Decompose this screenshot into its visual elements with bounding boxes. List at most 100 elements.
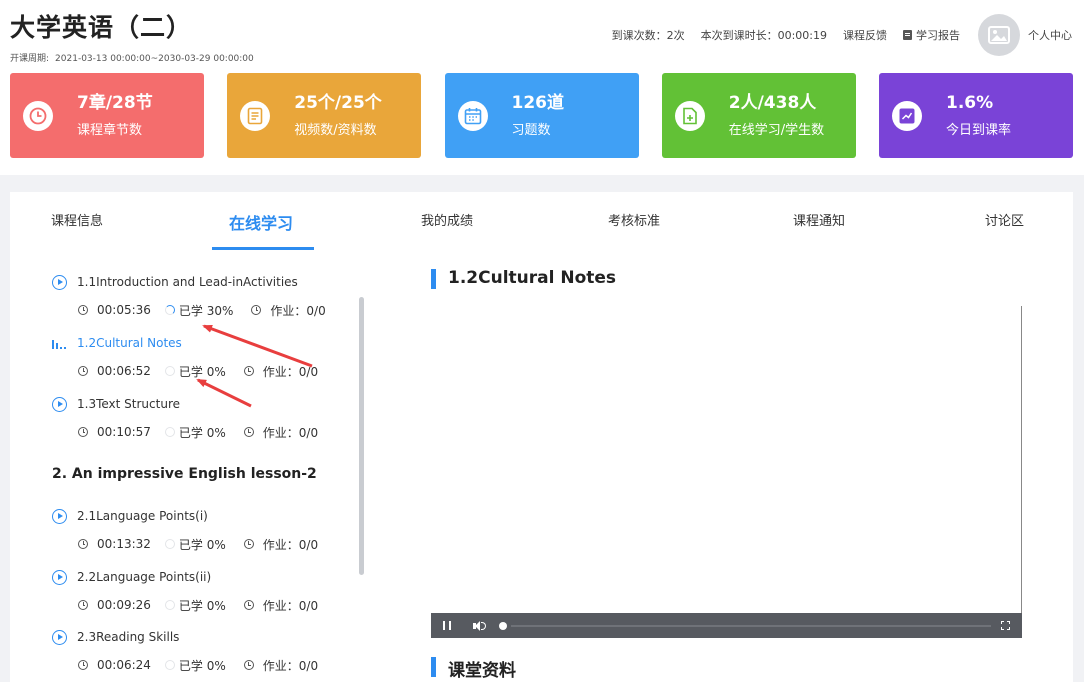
stat-card-students: 2人/438人 在线学习/学生数	[661, 73, 856, 158]
stats-row: 7章/28节 课程章节数 25个/25个 视频数/资料数 126道 习题数 2人…	[10, 73, 1073, 158]
lesson-progress: 已学 0%	[178, 658, 226, 673]
fullscreen-icon[interactable]	[1001, 621, 1010, 630]
lesson-progress: 已学 30%	[178, 303, 234, 318]
clock-icon	[78, 660, 88, 670]
homework-clock-icon	[243, 600, 254, 610]
clock-icon	[78, 366, 88, 376]
stat-value: 7章/28节	[77, 93, 153, 113]
stat-value: 25个/25个	[294, 93, 382, 113]
session-duration: 本次到课时长：00:00:19	[700, 29, 827, 42]
lesson-title: 1.1Introduction and Lead-inActivities	[77, 275, 298, 289]
document-icon	[240, 100, 271, 131]
stat-card-attendance-rate: 1.6% 今日到课率	[879, 73, 1073, 158]
progress-ring-icon	[164, 660, 175, 670]
lesson-homework: 作业：0/0	[262, 537, 319, 552]
calendar-icon	[457, 100, 488, 131]
video-player[interactable]	[431, 306, 1022, 638]
lesson-homework: 作业：0/0	[262, 598, 319, 613]
list-item[interactable]: 2.3Reading Skills 00:06:24 已学 0% 作业：0/0	[52, 629, 352, 673]
tab-online-learning[interactable]: 在线学习	[229, 210, 293, 234]
lesson-progress: 已学 0%	[178, 425, 226, 440]
stat-value: 2人/438人	[728, 93, 817, 113]
report-label: 学习报告	[916, 29, 960, 42]
lesson-title: 2.3Reading Skills	[77, 630, 180, 644]
stat-card-videos: 25个/25个 视频数/资料数	[227, 73, 422, 158]
homework-clock-icon	[243, 539, 254, 549]
tab-my-grades[interactable]: 我的成绩	[421, 210, 473, 229]
stat-label: 在线学习/学生数	[728, 123, 825, 138]
tab-assessment[interactable]: 考核标准	[608, 210, 660, 229]
progress-ring-icon	[164, 305, 175, 315]
lesson-progress: 已学 0%	[178, 598, 226, 613]
tab-notices[interactable]: 课程通知	[793, 210, 845, 229]
clock-icon	[78, 305, 88, 315]
main-panel: 课程信息 在线学习 我的成绩 考核标准 课程通知 讨论区 1.1Introduc…	[10, 192, 1073, 682]
lesson-title: 1.3Text Structure	[77, 397, 180, 411]
lesson-title: 2.1Language Points(i)	[77, 509, 208, 523]
header: 大学英语（二） 开课周期: 2021-03-13 00:00:00~2030-03…	[0, 0, 1084, 175]
progress-ring-icon	[164, 600, 175, 610]
lesson-duration: 00:09:26	[97, 598, 151, 612]
materials-title: 课堂资料	[431, 656, 516, 681]
report-icon	[903, 30, 912, 40]
seek-handle[interactable]	[499, 621, 507, 630]
stat-value: 1.6%	[946, 93, 994, 113]
lesson-list-scrollbar[interactable]	[359, 297, 364, 575]
lesson-homework: 作业：0/0	[262, 364, 319, 379]
period-label: 开课周期:	[10, 54, 50, 64]
chapter-title: 2. An impressive English lesson-2	[52, 466, 317, 482]
stat-label: 今日到课率	[946, 123, 1012, 138]
lesson-homework: 作业：0/0	[262, 658, 319, 673]
lesson-duration: 00:05:36	[97, 303, 151, 317]
avatar[interactable]	[978, 14, 1020, 56]
homework-clock-icon	[243, 660, 254, 670]
clock-icon	[23, 100, 53, 131]
list-item[interactable]: 1.2Cultural Notes 00:06:52 已学 0% 作业：0/0	[52, 335, 352, 379]
lesson-homework: 作业：0/0	[262, 425, 319, 440]
play-circle-icon	[52, 569, 67, 585]
video-controls	[431, 613, 1022, 638]
stat-card-chapters: 7章/28节 课程章节数	[10, 73, 204, 158]
seek-bar[interactable]	[511, 624, 991, 627]
playing-equalizer-icon	[52, 337, 67, 349]
top-right-bar: 到课次数：2次 本次到课时长：00:00:19 课程反馈 学习报告 个人中心	[596, 14, 1072, 56]
feedback-link[interactable]: 课程反馈	[843, 27, 887, 43]
user-center-link[interactable]: 个人中心	[1028, 27, 1072, 43]
report-link[interactable]: 学习报告	[903, 27, 960, 43]
lesson-duration: 00:10:57	[97, 425, 151, 439]
progress-ring-icon	[164, 539, 175, 549]
tab-bar: 课程信息 在线学习 我的成绩 考核标准 课程通知 讨论区	[10, 192, 1073, 252]
course-title: 大学英语（二）	[10, 13, 193, 42]
lesson-homework: 作业：0/0	[270, 303, 326, 318]
tab-discussion[interactable]: 讨论区	[985, 210, 1024, 229]
stat-label: 课程章节数	[77, 123, 143, 138]
list-item[interactable]: 2.2Language Points(ii) 00:09:26 已学 0% 作业：0…	[52, 569, 352, 613]
play-circle-icon	[52, 508, 67, 524]
stat-label: 习题数	[511, 123, 551, 138]
progress-ring-icon	[164, 427, 175, 437]
lesson-duration: 00:06:52	[97, 364, 151, 378]
tab-course-info[interactable]: 课程信息	[51, 210, 103, 229]
stat-value: 126道	[511, 93, 565, 113]
chart-icon	[892, 100, 922, 131]
pause-icon[interactable]	[443, 621, 451, 630]
list-item[interactable]: 1.3Text Structure 00:10:57 已学 0% 作业：0/0	[52, 396, 352, 440]
list-item[interactable]: 2.1Language Points(i) 00:13:32 已学 0% 作业：0/…	[52, 508, 352, 552]
lesson-duration: 00:06:24	[97, 658, 151, 672]
homework-clock-icon	[243, 427, 254, 437]
active-tab-indicator	[212, 247, 314, 250]
period-value: 2021-03-13 00:00:00~2030-03-29 00:00:00	[55, 54, 254, 64]
homework-clock-icon	[251, 305, 262, 315]
clock-icon	[78, 427, 88, 437]
play-circle-icon	[52, 396, 67, 412]
lesson-duration: 00:13:32	[97, 537, 151, 551]
attendance-count: 到课次数：2次	[611, 29, 685, 42]
play-circle-icon	[52, 274, 67, 290]
volume-icon[interactable]	[473, 620, 486, 631]
list-item[interactable]: 1.1Introduction and Lead-inActivities 00…	[52, 274, 352, 318]
clock-icon	[78, 600, 88, 610]
image-icon	[988, 26, 1010, 44]
clock-icon	[78, 539, 88, 549]
homework-clock-icon	[243, 366, 254, 376]
lesson-title: 1.2Cultural Notes	[77, 336, 182, 350]
